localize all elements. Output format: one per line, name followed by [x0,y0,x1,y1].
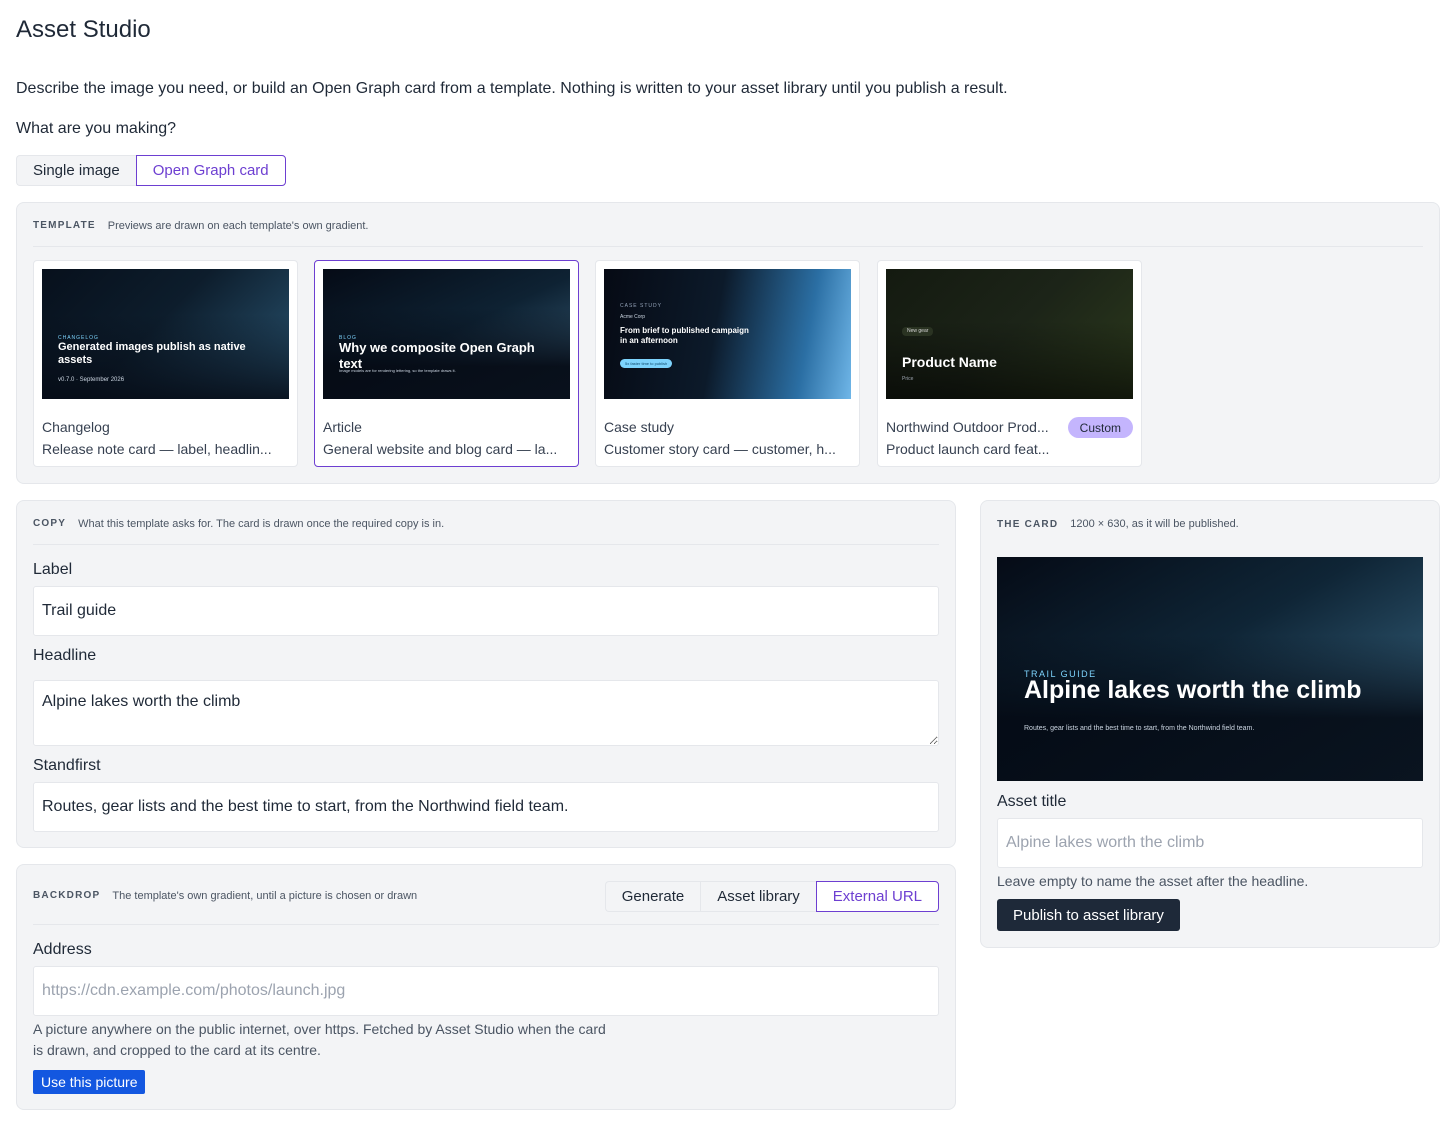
template-name: Northwind Outdoor Prod... [886,419,1049,435]
backdrop-source-tabs: Generate Asset library External URL [604,881,939,912]
backdrop-desc: The template's own gradient, until a pic… [112,889,418,902]
headline-field-label: Headline [33,647,97,664]
address-label: Address [33,941,92,958]
backdrop-panel: BACKDROP The template's own gradient, un… [16,864,956,1110]
copy-tag: COPY [33,518,67,529]
preview-standfirst: Routes, gear lists and the best time to … [1024,725,1255,732]
page-title: Asset Studio [16,16,151,43]
template-panel: TEMPLATE Previews are drawn on each temp… [16,202,1440,484]
template-desc: Previews are drawn on each template's ow… [107,219,369,232]
thumb-pill: 5x faster time to publish [620,359,673,368]
asset-title-help: Leave empty to name the asset after the … [997,873,1309,889]
address-help: A picture anywhere on the public interne… [33,1021,606,1058]
tab-external-url[interactable]: External URL [815,881,939,912]
mode-toggle: Single image Open Graph card [16,155,286,186]
template-card-case-study[interactable]: CASE STUDY Acme Corp From brief to publi… [595,260,860,467]
preview-headline: Alpine lakes worth the climb [1024,676,1362,704]
headline-textarea[interactable]: Alpine lakes worth the climb [33,680,939,746]
mode-single-image[interactable]: Single image [16,155,136,186]
standfirst-input[interactable] [33,782,939,832]
template-card-article[interactable]: BLOG Why we composite Open Graph text Im… [314,260,579,467]
template-tag: TEMPLATE [33,220,96,231]
template-thumb-article: BLOG Why we composite Open Graph text Im… [323,269,570,399]
template-name: Article [323,419,362,435]
card-tag: THE CARD [997,518,1059,530]
label-input[interactable] [33,586,939,636]
label-field-label: Label [33,561,73,578]
asset-studio-page: Asset Studio Describe the image you need… [0,0,1456,1143]
thumb-headline: Generated images publish as native asset… [58,341,246,366]
thumb-label: CASE STUDY [620,303,662,309]
template-card-changelog[interactable]: CHANGELOG Generated images publish as na… [33,260,298,467]
template-card-northwind-product[interactable]: New gear Product Name Price Northwind Ou… [877,260,1142,467]
use-picture-button[interactable]: Use this picture [33,1070,146,1094]
custom-badge: Custom [1067,417,1133,438]
thumb-headline: From brief to published campaign in an a… [620,326,749,345]
thumb-headline: Product Name [902,354,997,370]
intro-text: Describe the image you need, or build an… [16,80,1008,97]
thumb-sub: Image models are for rendering lettering… [339,368,456,373]
template-desc-text: General website and blog card — la... [323,441,558,457]
template-desc-text: Product launch card feat... [886,441,1050,457]
publish-button[interactable]: Publish to asset library [997,899,1180,931]
backdrop-tag: BACKDROP [33,890,101,901]
address-input[interactable] [33,966,939,1016]
card-panel: THE CARD 1200 × 630, as it will be publi… [980,500,1440,948]
mode-open-graph-card[interactable]: Open Graph card [135,155,286,186]
thumb-price: Price [902,376,914,382]
asset-title-label: Asset title [997,793,1067,810]
template-thumb-case-study: CASE STUDY Acme Corp From brief to publi… [604,269,851,399]
card-preview: TRAIL GUIDE Alpine lakes worth the climb… [997,557,1423,781]
card-header: THE CARD 1200 × 630, as it will be publi… [997,503,1423,545]
template-desc-text: Customer story card — customer, h... [604,441,836,457]
thumb-meta: v0.7.0 · September 2026 [58,377,125,383]
template-header: TEMPLATE Previews are drawn on each temp… [33,205,1423,247]
copy-desc: What this template asks for. The card is… [78,517,445,530]
asset-title-input[interactable] [997,818,1423,868]
thumb-customer: Acme Corp [620,314,646,320]
card-desc: 1200 × 630, as it will be published. [1070,518,1239,530]
thumb-pill: New gear [902,327,934,336]
tab-generate[interactable]: Generate [604,881,701,912]
template-thumb-changelog: CHANGELOG Generated images publish as na… [42,269,289,399]
template-name: Case study [604,419,675,435]
mode-question: What are you making? [16,120,177,137]
template-thumb-northwind-product: New gear Product Name Price [886,269,1133,399]
template-name: Changelog [42,419,110,435]
copy-panel: COPY What this template asks for. The ca… [16,500,956,848]
template-desc-text: Release note card — label, headlin... [42,441,272,457]
tab-asset-library[interactable]: Asset library [700,881,816,912]
standfirst-field-label: Standfirst [33,757,101,774]
copy-header: COPY What this template asks for. The ca… [33,503,939,545]
